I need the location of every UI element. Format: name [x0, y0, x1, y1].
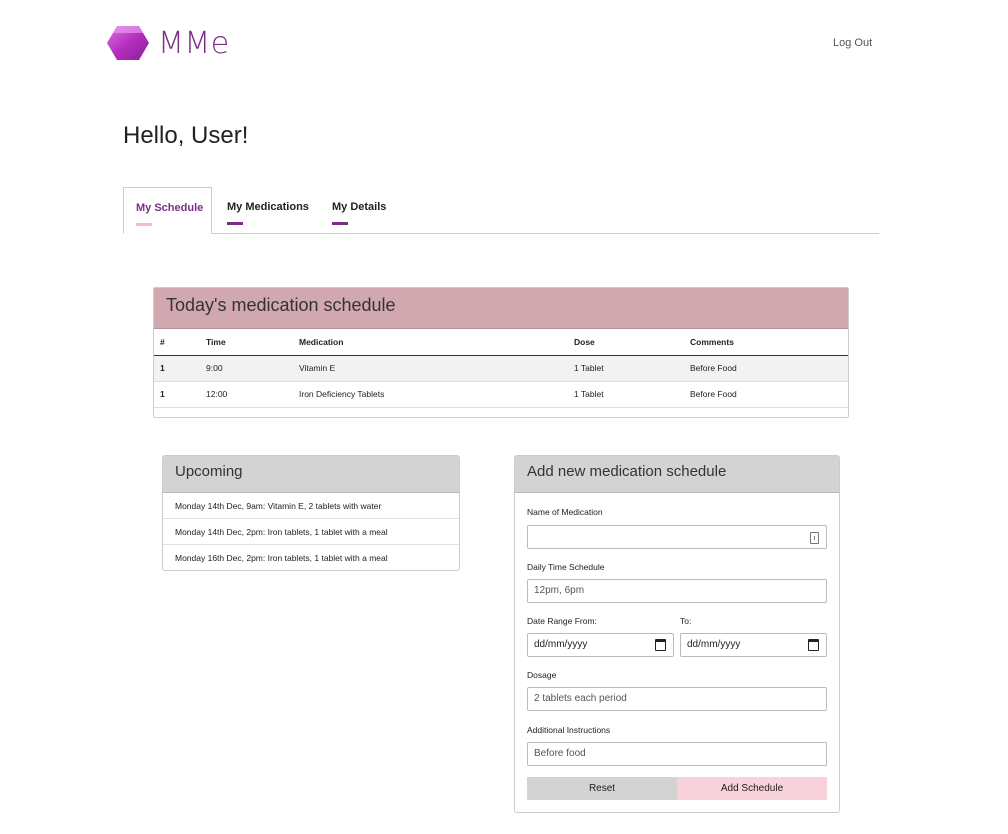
- date-from-label: Date Range From:: [527, 616, 597, 626]
- add-schedule-panel: Add new medication schedule Name of Medi…: [514, 455, 840, 813]
- tab-label: My Medications: [227, 201, 309, 213]
- calendar-icon[interactable]: [808, 639, 819, 651]
- autofill-icon[interactable]: [810, 532, 819, 544]
- cell-medication: Iron Deficiency Tablets: [293, 381, 568, 408]
- hexagon-logo-icon: [107, 26, 149, 60]
- column-header: Medication: [293, 329, 568, 356]
- list-item: Monday 14th Dec, 2pm: Iron tablets, 1 ta…: [163, 519, 459, 545]
- date-from-input[interactable]: dd/mm/yyyy: [527, 633, 674, 657]
- cell-comments: Before Food: [684, 355, 848, 382]
- cell-dose: 1 Tablet: [568, 381, 684, 408]
- date-placeholder: dd/mm/yyyy: [687, 639, 741, 650]
- date-to-input[interactable]: dd/mm/yyyy: [680, 633, 827, 657]
- table-header-row: # Time Medication Dose Comments: [154, 329, 848, 356]
- tab-underline: [227, 222, 243, 225]
- tab-bar: My Schedule My Medications My Details: [123, 187, 879, 234]
- todays-schedule-panel: Today's medication schedule # Time Medic…: [153, 287, 849, 418]
- cell-time: 12:00: [200, 381, 293, 408]
- tab-my-details[interactable]: My Details: [332, 187, 386, 234]
- column-header: Comments: [684, 329, 848, 356]
- greeting-heading: Hello, User!: [123, 122, 249, 149]
- medication-name-input[interactable]: [527, 525, 827, 549]
- tab-my-schedule[interactable]: My Schedule: [123, 187, 212, 234]
- instructions-label: Additional Instructions: [527, 725, 611, 735]
- upcoming-list: Monday 14th Dec, 9am: Vitamin E, 2 table…: [163, 493, 459, 570]
- column-header: Time: [200, 329, 293, 356]
- cell-time: 9:00: [200, 355, 293, 382]
- dosage-input[interactable]: 2 tablets each period: [527, 687, 827, 711]
- name-label: Name of Medication: [527, 507, 603, 517]
- list-item: Monday 14th Dec, 9am: Vitamin E, 2 table…: [163, 493, 459, 519]
- table-row: 1 9:00 Vitamin E 1 Tablet Before Food: [154, 355, 848, 382]
- tab-underline: [332, 222, 348, 225]
- cell-dose: 1 Tablet: [568, 355, 684, 382]
- table-row: 1 12:00 Iron Deficiency Tablets 1 Tablet…: [154, 381, 848, 408]
- instructions-input[interactable]: Before food: [527, 742, 827, 766]
- cell-num: 1: [154, 381, 200, 408]
- upcoming-panel: Upcoming Monday 14th Dec, 9am: Vitamin E…: [162, 455, 460, 571]
- upcoming-title: Upcoming: [163, 456, 459, 493]
- tab-label: My Details: [332, 201, 387, 213]
- date-placeholder: dd/mm/yyyy: [534, 639, 588, 650]
- todays-schedule-title: Today's medication schedule: [154, 288, 848, 329]
- cell-comments: Before Food: [684, 381, 848, 408]
- add-schedule-button[interactable]: Add Schedule: [677, 777, 827, 800]
- dosage-label: Dosage: [527, 670, 557, 680]
- date-to-label: To:: [680, 616, 692, 626]
- cell-medication: Vitamin E: [293, 355, 568, 382]
- tab-label: My Schedule: [136, 202, 204, 214]
- time-label: Daily Time Schedule: [527, 562, 605, 572]
- reset-button[interactable]: Reset: [527, 777, 677, 800]
- tab-my-medications[interactable]: My Medications: [227, 187, 309, 234]
- logout-link[interactable]: Log Out: [833, 37, 872, 49]
- list-item: Monday 16th Dec, 2pm: Iron tablets, 1 ta…: [175, 553, 388, 563]
- tab-underline: [136, 223, 152, 226]
- logo[interactable]: MMe: [106, 24, 230, 62]
- add-schedule-title: Add new medication schedule: [515, 456, 839, 493]
- schedule-table: # Time Medication Dose Comments 1 9:00 V…: [154, 329, 848, 408]
- cell-num: 1: [154, 355, 200, 382]
- brand-name: MMe: [158, 25, 230, 61]
- column-header: Dose: [568, 329, 684, 356]
- column-header: #: [154, 329, 200, 356]
- calendar-icon[interactable]: [655, 639, 666, 651]
- daily-time-input[interactable]: 12pm, 6pm: [527, 579, 827, 603]
